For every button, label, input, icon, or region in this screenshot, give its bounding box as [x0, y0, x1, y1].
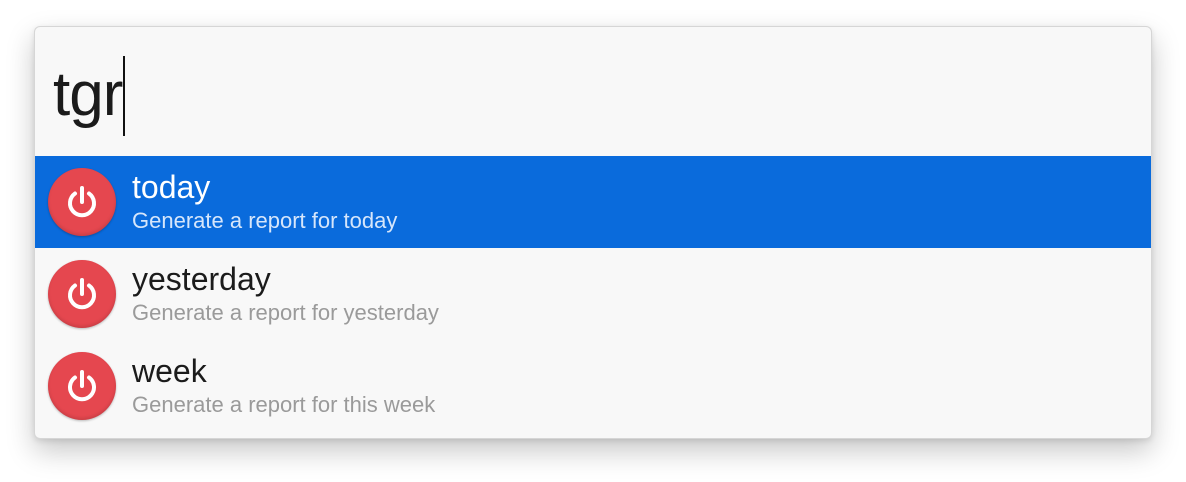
result-item-week[interactable]: week Generate a report for this week	[35, 340, 1151, 432]
result-subtitle: Generate a report for today	[132, 208, 398, 233]
text-cursor	[123, 55, 126, 136]
search-input[interactable]: tgr	[53, 63, 123, 126]
results-list: today Generate a report for today yester…	[35, 156, 1151, 432]
power-icon	[48, 352, 116, 420]
launcher-window: tgr today Generate a report for today ye…	[34, 26, 1152, 439]
search-bar[interactable]: tgr	[35, 27, 1151, 156]
result-subtitle: Generate a report for this week	[132, 392, 436, 417]
result-item-today[interactable]: today Generate a report for today	[35, 156, 1151, 248]
result-title: yesterday	[132, 261, 271, 297]
result-title: today	[132, 169, 211, 205]
result-item-yesterday[interactable]: yesterday Generate a report for yesterda…	[35, 248, 1151, 340]
power-icon	[48, 260, 116, 328]
result-subtitle: Generate a report for yesterday	[132, 300, 439, 325]
power-icon	[48, 168, 116, 236]
result-title: week	[132, 353, 207, 389]
